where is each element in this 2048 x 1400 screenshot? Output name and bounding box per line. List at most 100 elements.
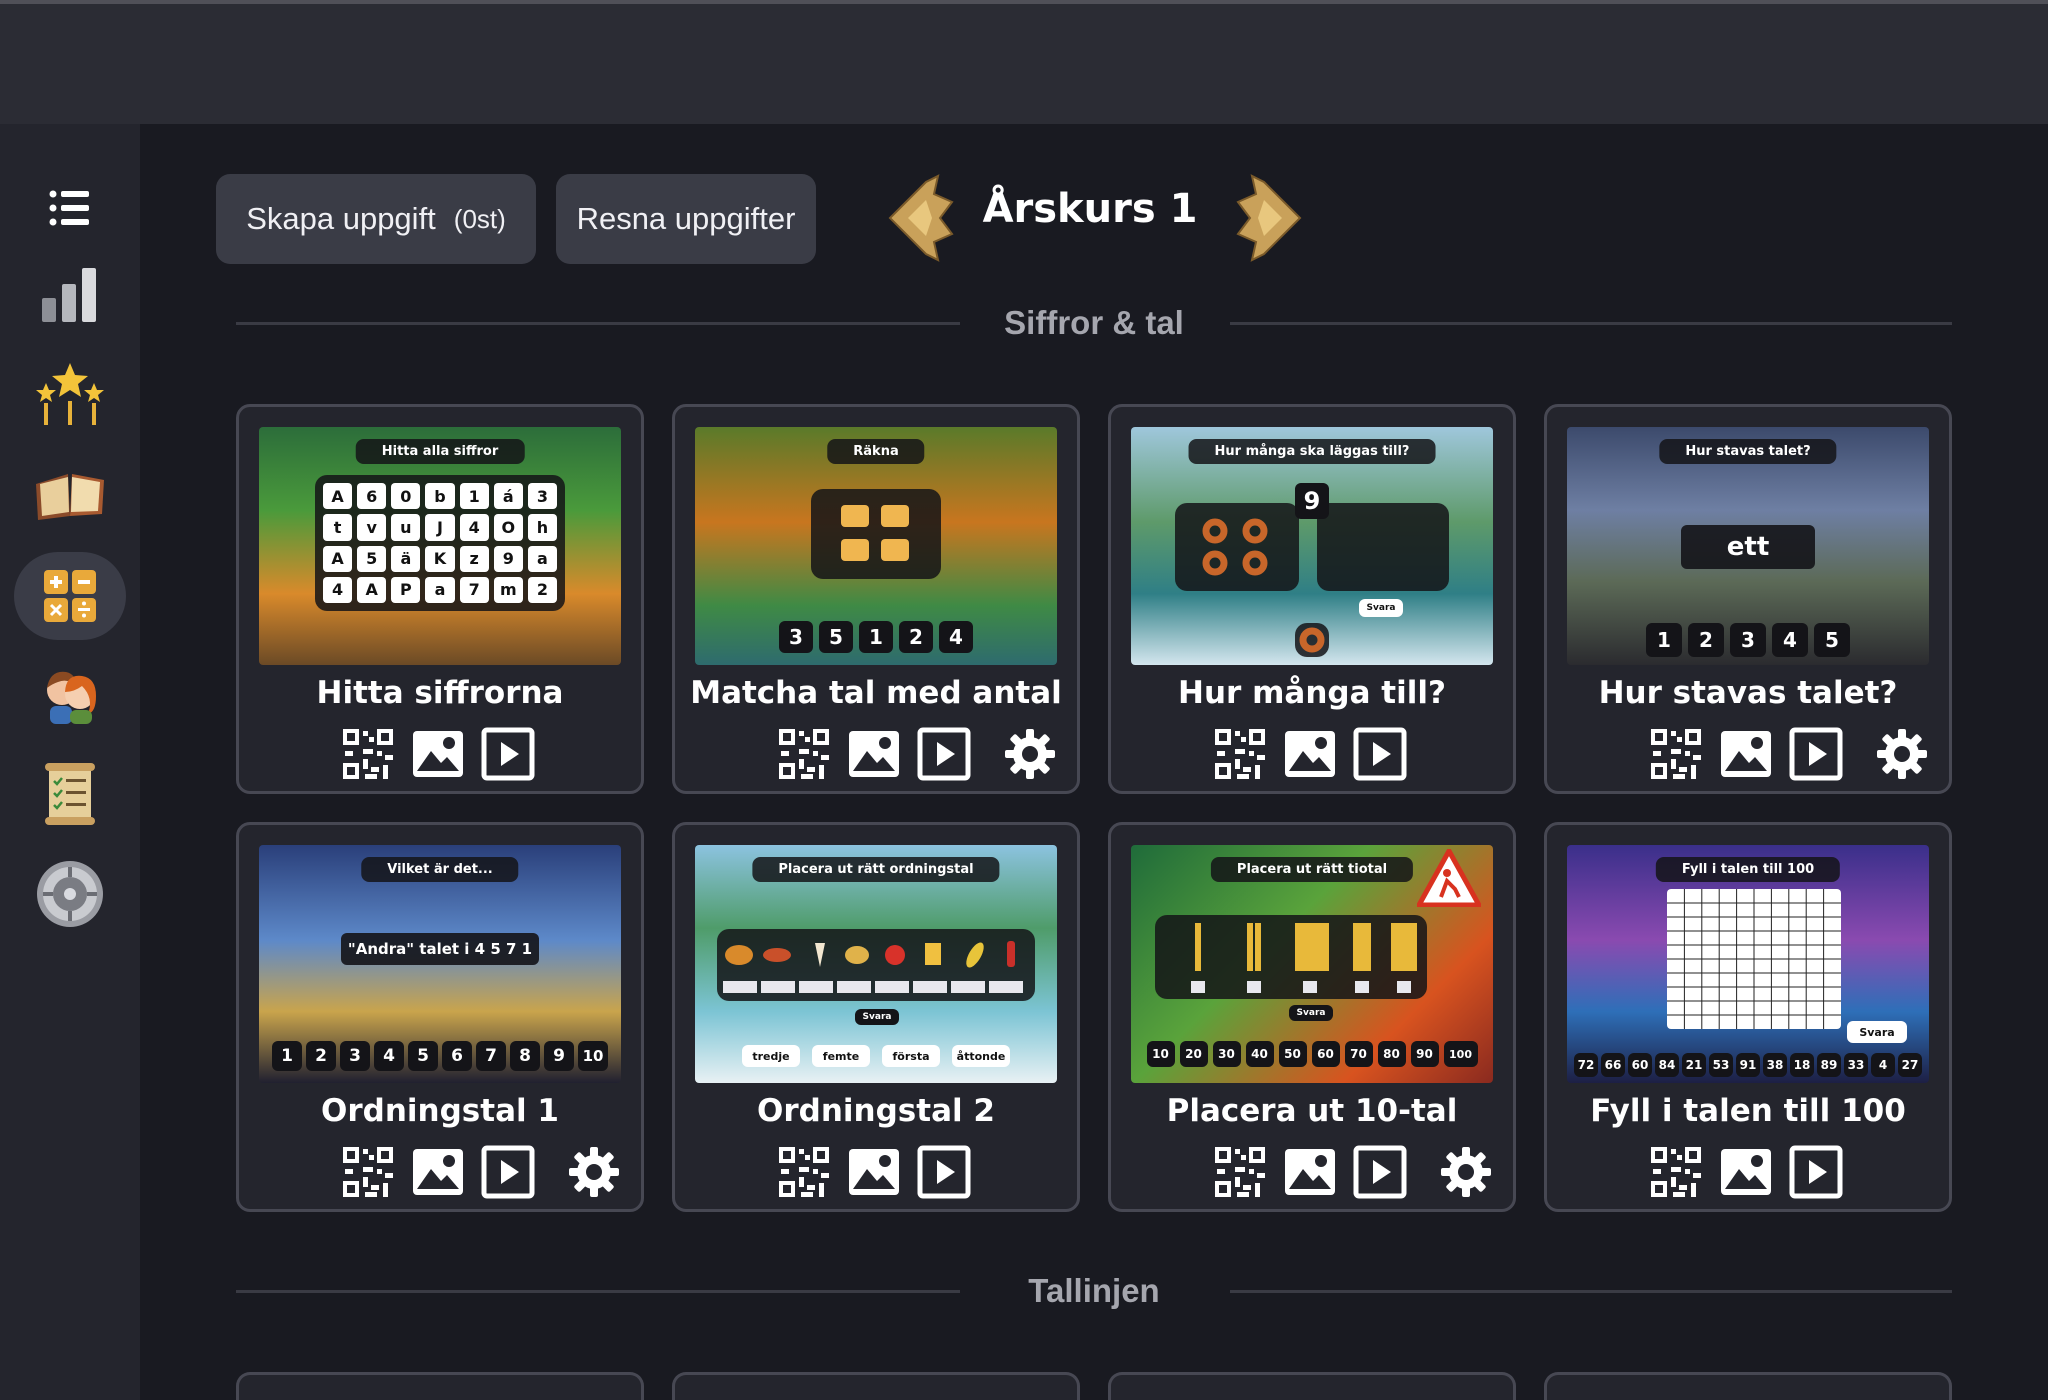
next-grade-button[interactable]	[1234, 172, 1304, 264]
play-button[interactable]	[1789, 1145, 1843, 1199]
letter-tile: t	[323, 514, 353, 541]
qr-code-button[interactable]	[341, 727, 395, 781]
answer-tile: 4	[1871, 1053, 1895, 1077]
answer-tiles: 72 66 60 84 21 53 91 38 18 89 33 4 27	[1567, 1053, 1929, 1077]
left-count-box	[1175, 503, 1299, 591]
play-button[interactable]	[1353, 1145, 1407, 1199]
play-icon	[917, 1145, 971, 1199]
play-button[interactable]	[917, 727, 971, 781]
number-word: ett	[1681, 525, 1815, 569]
image-button[interactable]	[847, 1145, 901, 1199]
answer-tile: 4	[1772, 623, 1808, 657]
qr-code-icon	[779, 729, 829, 779]
letter-tile: u	[391, 514, 421, 541]
qr-code-button[interactable]	[341, 1145, 395, 1199]
game-thumbnail: Placera ut rätt tiotal Svara 10 20 30 40…	[1131, 845, 1493, 1083]
qr-code-button[interactable]	[777, 727, 831, 781]
game-card-placera-ut-10-tal[interactable]: Placera ut rätt tiotal Svara 10 20 30 40…	[1108, 822, 1516, 1212]
menu-button[interactable]	[14, 164, 126, 252]
play-button[interactable]	[481, 727, 535, 781]
image-icon	[849, 731, 899, 777]
image-button[interactable]	[1719, 1145, 1773, 1199]
game-thumbnail: Hur stavas talet? ett 1 2 3 4 5	[1567, 427, 1929, 665]
game-card-ordningstal-1[interactable]: Vilket är det... "Andra" talet i 4 5 7 1…	[236, 822, 644, 1212]
game-card-hur-manga-till[interactable]: Hur många ska läggas till? 9 Svara Hur m…	[1108, 404, 1516, 794]
game-card-matcha-tal[interactable]: Räkna 3 5 1 2 4 Matcha tal med antal	[672, 404, 1080, 794]
game-thumbnail: Vilket är det... "Andra" talet i 4 5 7 1…	[259, 845, 621, 1083]
game-card-ordningstal-2[interactable]: Placera ut rätt ordningstal Svara tredje…	[672, 822, 1080, 1212]
play-button[interactable]	[1789, 727, 1843, 781]
image-button[interactable]	[1719, 727, 1773, 781]
sidebar-item-vault[interactable]	[14, 850, 126, 938]
image-icon	[1285, 731, 1335, 777]
letter-tile: 3	[527, 483, 557, 510]
ordinal-word: åttonde	[952, 1045, 1010, 1067]
card-title: Hitta siffrorna	[316, 675, 564, 711]
answer-tile: 2	[899, 621, 933, 653]
qr-code-button[interactable]	[1213, 1145, 1267, 1199]
game-card-peek[interactable]	[236, 1372, 644, 1400]
settings-button[interactable]	[1003, 727, 1057, 781]
game-card-peek[interactable]	[1544, 1372, 1952, 1400]
answer-tile: 30	[1212, 1041, 1241, 1067]
qr-code-button[interactable]	[777, 1145, 831, 1199]
game-card-peek[interactable]	[672, 1372, 1080, 1400]
answer-tile: 2	[306, 1041, 336, 1071]
tens-blocks-icon	[1191, 923, 1417, 993]
letter-tile: m	[493, 576, 523, 603]
ornate-arrow-left-icon	[888, 174, 954, 262]
create-task-button[interactable]: Skapa uppgift (0st)	[216, 174, 536, 264]
game-card-hur-stavas-talet[interactable]: Hur stavas talet? ett 1 2 3 4 5 Hur stav…	[1544, 404, 1952, 794]
bar-chart-icon	[42, 268, 96, 322]
play-button[interactable]	[481, 1145, 535, 1199]
sidebar-item-students[interactable]	[14, 650, 126, 738]
image-button[interactable]	[411, 1145, 465, 1199]
sidebar-item-reading[interactable]	[14, 450, 126, 538]
image-button[interactable]	[1283, 727, 1337, 781]
card-title: Ordningstal 2	[757, 1093, 995, 1129]
reset-tasks-button[interactable]: Resna uppgifter	[556, 174, 816, 264]
qr-code-button[interactable]	[1649, 1145, 1703, 1199]
sidebar-item-levels[interactable]	[14, 350, 126, 438]
answer-tile: 89	[1817, 1053, 1841, 1077]
image-button[interactable]	[1283, 1145, 1337, 1199]
right-count-box	[1317, 503, 1449, 591]
answer-tile: 7	[476, 1041, 506, 1071]
create-task-label: Skapa uppgift	[246, 201, 436, 236]
stars-arrows-icon	[36, 363, 104, 425]
top-bar	[0, 0, 2048, 124]
answer-tile: 90	[1410, 1041, 1439, 1067]
sidebar-item-math[interactable]	[14, 552, 126, 640]
play-button[interactable]	[1353, 727, 1407, 781]
image-button[interactable]	[411, 727, 465, 781]
answer-tile: 10	[578, 1041, 608, 1071]
letter-grid-panel: A60b1á3tvuJ4OhA5äKz9a4APa7m2	[315, 475, 565, 611]
game-card-fyll-i-talen[interactable]: Fyll i talen till 100 Svara 72 66 60 84 …	[1544, 822, 1952, 1212]
play-button[interactable]	[917, 1145, 971, 1199]
open-book-icon	[36, 474, 104, 520]
play-icon	[1789, 1145, 1843, 1199]
qr-code-button[interactable]	[1213, 727, 1267, 781]
game-card-peek[interactable]	[1108, 1372, 1516, 1400]
settings-button[interactable]	[567, 1145, 621, 1199]
image-button[interactable]	[847, 727, 901, 781]
sidebar-item-statistics[interactable]	[14, 250, 126, 338]
hundred-grid	[1667, 889, 1841, 1029]
answer-tile: 4	[939, 621, 973, 653]
submit-chip: Svara	[1847, 1021, 1907, 1043]
game-thumbnail: Räkna 3 5 1 2 4	[695, 427, 1057, 665]
game-card-hitta-siffrorna[interactable]: Hitta alla siffror A60b1á3tvuJ4OhA5äKz9a…	[236, 404, 644, 794]
answer-tile: 10	[1146, 1041, 1175, 1067]
letter-tile: a	[425, 576, 455, 603]
sidebar-item-tasks[interactable]	[14, 750, 126, 838]
previous-grade-button[interactable]	[886, 172, 956, 264]
letter-tile: 1	[459, 483, 489, 510]
play-icon	[481, 1145, 535, 1199]
qr-code-button[interactable]	[1649, 727, 1703, 781]
settings-button[interactable]	[1439, 1145, 1493, 1199]
qr-code-icon	[343, 729, 393, 779]
settings-button[interactable]	[1875, 727, 1929, 781]
thumbnail-label: Räkna	[827, 439, 925, 464]
answer-tile: 60	[1628, 1053, 1652, 1077]
letter-tile: 7	[459, 576, 489, 603]
